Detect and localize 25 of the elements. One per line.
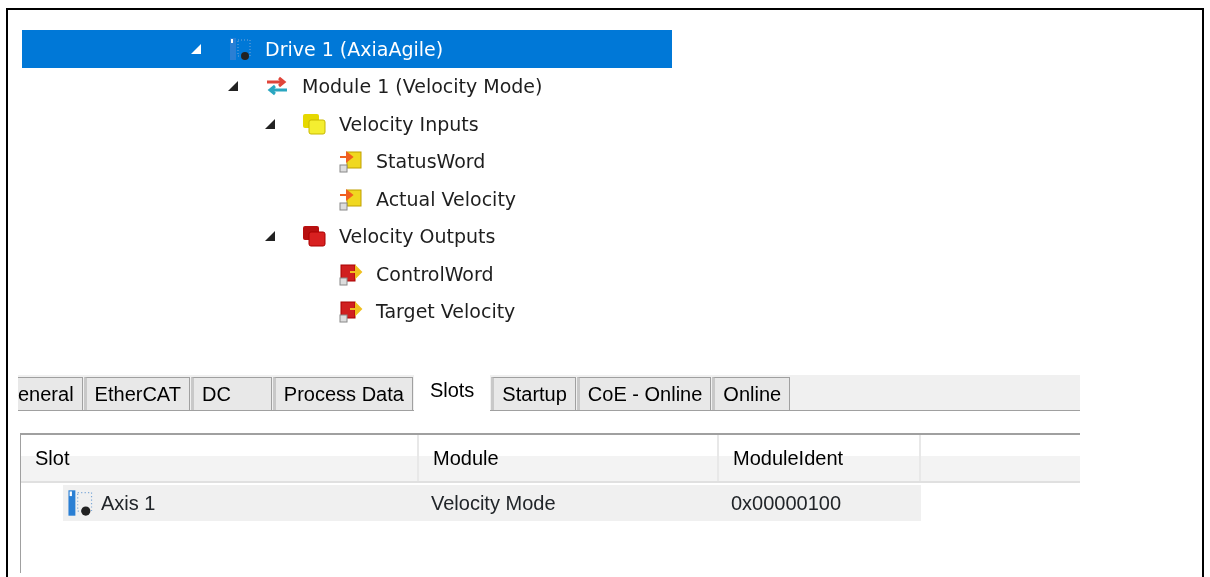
tree-item[interactable]: Velocity Outputs xyxy=(22,217,672,255)
tree-item[interactable]: Velocity Inputs xyxy=(22,105,672,143)
table-cell: Velocity Mode xyxy=(419,485,719,521)
tree-item[interactable]: Module 1 (Velocity Mode) xyxy=(22,67,672,105)
tree-item[interactable]: StatusWord xyxy=(22,142,672,180)
expander-icon[interactable] xyxy=(264,117,276,130)
table-cell: 0x00000100 xyxy=(719,485,921,521)
column-header[interactable]: Module xyxy=(419,435,719,481)
tab[interactable]: EtherCAT xyxy=(83,377,190,410)
expander-icon[interactable] xyxy=(264,230,276,243)
tree-item[interactable]: Actual Velocity xyxy=(22,180,672,218)
tab[interactable]: Online xyxy=(712,377,791,410)
table-cell-text: Axis 1 xyxy=(101,491,156,516)
column-header[interactable]: ModuleIdent xyxy=(719,435,921,481)
column-header[interactable]: Slot xyxy=(21,435,419,481)
tab[interactable]: CoE - Online xyxy=(576,377,712,410)
tree-item[interactable]: Target Velocity xyxy=(22,292,672,330)
tab[interactable]: Startup xyxy=(491,377,576,410)
tree-item[interactable]: ControlWord xyxy=(22,255,672,293)
tab[interactable]: Slots xyxy=(413,373,491,411)
tab[interactable]: DC xyxy=(190,377,272,410)
tree-item[interactable]: Drive 1 (AxiaAgile) xyxy=(22,30,672,68)
tab[interactable]: eneral xyxy=(18,377,83,410)
expander-icon[interactable] xyxy=(227,80,239,93)
tab[interactable]: Process Data xyxy=(272,377,413,410)
